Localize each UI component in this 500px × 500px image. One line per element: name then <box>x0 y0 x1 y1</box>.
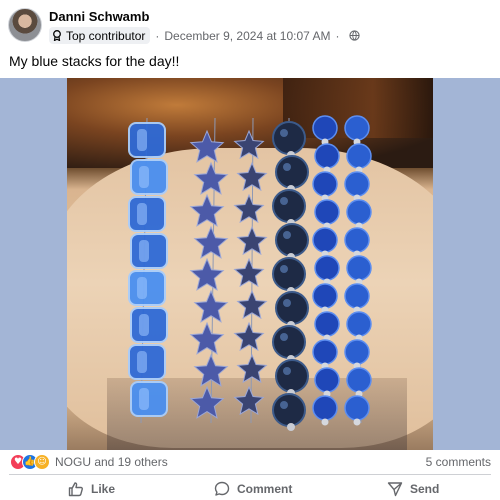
star-bead <box>193 225 229 259</box>
star-bead <box>193 353 229 387</box>
reactions-bar: ♥ 👍 ☺ NOGU and 19 others 5 comments <box>0 450 500 474</box>
blue-round-bead <box>312 227 338 253</box>
blue-round-bead <box>346 143 372 169</box>
meta-separator-2: · <box>335 28 340 43</box>
thumbs-up-icon <box>68 482 83 497</box>
dark-round-bead <box>272 189 306 223</box>
bead-highlight <box>139 166 149 188</box>
star-bead <box>193 289 229 323</box>
post-meta: Top contributor · December 9, 2024 at 10… <box>49 27 360 44</box>
blue-round-bead <box>346 255 372 281</box>
silver-spacer <box>321 418 329 426</box>
badge-icon <box>53 30 61 41</box>
blue-round-bead <box>312 339 338 365</box>
post-actions: Like Comment Send <box>0 476 500 500</box>
blue-round-bead <box>344 171 370 197</box>
blue-round-bead <box>344 339 370 365</box>
star-bead <box>233 193 265 224</box>
dark-round-bead <box>272 257 306 291</box>
blue-round-bead <box>312 395 338 421</box>
star-bead <box>189 193 225 227</box>
post-caption: My blue stacks for the day!! <box>9 53 180 69</box>
blue-round-bead <box>314 311 340 337</box>
meta-separator: · <box>155 28 160 43</box>
blue-round-bead <box>344 395 370 421</box>
blue-round-bead <box>314 143 340 169</box>
bead-sparkle <box>283 367 291 375</box>
blue-round-bead <box>314 367 340 393</box>
bead-sparkle <box>280 401 288 409</box>
comments-count[interactable]: 5 comments <box>426 455 491 469</box>
star-bead <box>233 385 265 416</box>
avatar[interactable] <box>8 8 42 42</box>
bead-sparkle <box>280 129 288 137</box>
comment-label: Comment <box>237 482 293 496</box>
dark-round-bead <box>272 393 306 427</box>
bead-sparkle <box>280 265 288 273</box>
bead-highlight <box>139 314 149 336</box>
send-label: Send <box>410 482 440 496</box>
photo-frame[interactable] <box>0 78 500 450</box>
star-bead <box>193 161 229 195</box>
star-bead <box>233 129 265 160</box>
silver-spacer <box>287 423 295 431</box>
dark-round-bead <box>272 121 306 155</box>
blue-round-bead <box>344 115 370 141</box>
blue-round-bead <box>312 283 338 309</box>
blue-round-bead <box>346 367 372 393</box>
star-bead <box>189 129 225 163</box>
like-button[interactable]: Like <box>68 478 115 500</box>
send-icon <box>387 482 403 497</box>
post-photo[interactable] <box>67 78 433 450</box>
dark-round-bead <box>275 359 309 393</box>
bead-highlight <box>139 240 149 262</box>
blue-round-bead <box>312 171 338 197</box>
reaction-icons[interactable]: ♥ 👍 ☺ <box>10 454 50 470</box>
like-label: Like <box>91 482 116 496</box>
bead-sparkle <box>283 299 291 307</box>
dark-round-bead <box>275 155 309 189</box>
bead-sparkle <box>283 163 291 171</box>
blue-round-bead <box>344 283 370 309</box>
post-header: Danni Schwamb Top contributor · December… <box>0 0 500 48</box>
post-timestamp[interactable]: December 9, 2024 at 10:07 AM <box>164 29 330 43</box>
bead-highlight <box>139 388 149 410</box>
star-bead <box>189 385 225 419</box>
author-name[interactable]: Danni Schwamb <box>49 9 149 24</box>
badge-label: Top contributor <box>66 28 146 43</box>
blue-round-bead <box>312 115 338 141</box>
dark-round-bead <box>272 325 306 359</box>
blue-round-bead <box>346 311 372 337</box>
blue-round-bead <box>346 199 372 225</box>
care-reaction-icon: ☺ <box>34 454 50 470</box>
star-bead <box>233 321 265 352</box>
dark-round-bead <box>275 223 309 257</box>
silver-spacer <box>353 418 361 426</box>
globe-icon <box>348 30 360 41</box>
divider <box>9 474 491 475</box>
blue-round-bead <box>344 227 370 253</box>
bracelet-stack <box>128 115 372 431</box>
star-bead <box>236 161 268 192</box>
reaction-summary[interactable]: NOGU and 19 others <box>55 455 168 469</box>
star-bead <box>189 321 225 355</box>
comment-button[interactable]: Comment <box>214 478 292 500</box>
bead-highlight <box>137 129 147 151</box>
star-bead <box>233 257 265 288</box>
star-bead <box>189 257 225 291</box>
bead-sparkle <box>283 231 291 239</box>
bead-highlight <box>137 203 147 225</box>
bead-sparkle <box>280 333 288 341</box>
top-contributor-badge[interactable]: Top contributor <box>49 27 151 44</box>
blue-round-bead <box>314 199 340 225</box>
bead-highlight <box>137 351 147 373</box>
blue-round-bead <box>314 255 340 281</box>
dark-round-bead <box>275 291 309 325</box>
send-button[interactable]: Send <box>387 478 439 500</box>
star-bead <box>236 353 268 384</box>
comment-icon <box>214 481 230 496</box>
bead-sparkle <box>280 197 288 205</box>
bead-highlight <box>137 277 147 299</box>
